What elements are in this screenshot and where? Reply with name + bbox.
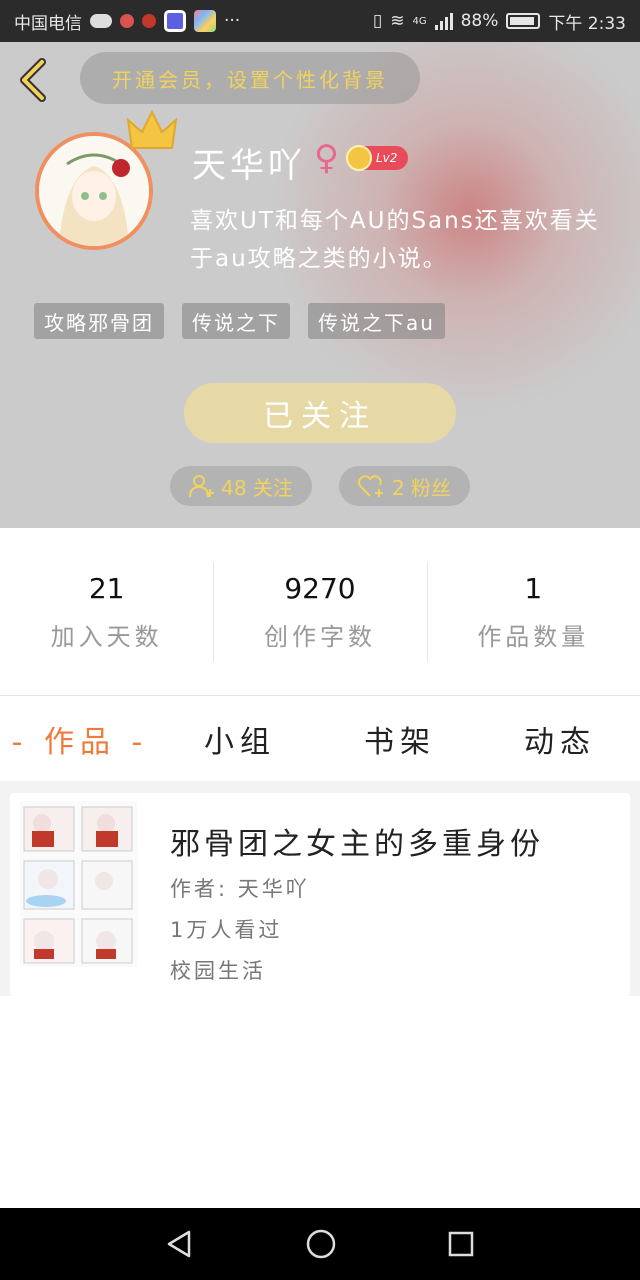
system-nav-bar	[0, 1208, 640, 1280]
following-count: 48 关注	[221, 475, 293, 500]
tab-works[interactable]: - 作品 -	[0, 717, 160, 761]
stat-join-days: 21 加入天数	[0, 562, 213, 662]
tab-activity[interactable]: 动态	[480, 717, 640, 761]
female-icon: ♀	[314, 138, 339, 178]
profile-tabs: - 作品 - 小组 书架 动态	[0, 697, 640, 781]
vip-background-button[interactable]: 开通会员，设置个性化背景	[80, 52, 420, 104]
followed-button[interactable]: 已关注	[184, 383, 456, 443]
user-add-icon	[189, 475, 215, 498]
work-author: 作者: 天华吖	[170, 877, 310, 901]
app-notification-icon	[120, 14, 134, 28]
stat-value: 21	[88, 571, 125, 605]
stat-works-count: 1 作品数量	[426, 561, 640, 662]
back-button[interactable]	[16, 58, 52, 102]
heart-add-icon	[357, 475, 383, 497]
crown-icon	[126, 109, 178, 149]
cloud-icon	[90, 14, 112, 28]
wifi-icon: ≋	[390, 11, 405, 31]
tag-item[interactable]: 攻略邪骨团	[34, 303, 164, 339]
work-cover-image[interactable]	[20, 801, 138, 967]
profile-stats: 21 加入天数 9270 创作字数 1 作品数量	[0, 528, 640, 696]
battery-icon	[506, 13, 541, 29]
stat-label: 加入天数	[50, 622, 163, 651]
battery-percent: 88%	[460, 11, 499, 31]
nav-home-icon[interactable]	[305, 1228, 337, 1260]
tag-item[interactable]: 传说之下au	[308, 303, 445, 339]
tag-list: 攻略邪骨团 传说之下 传说之下au	[34, 303, 445, 339]
signal-icon	[434, 12, 453, 30]
clock: 下午 2:33	[548, 13, 626, 34]
tag-item[interactable]: 传说之下	[182, 303, 290, 339]
following-button[interactable]: 48 关注	[170, 466, 312, 506]
work-title[interactable]: 邪骨团之女主的多重身份	[170, 819, 544, 863]
stat-label: 创作字数	[263, 622, 376, 651]
network-type: 4G	[412, 15, 427, 27]
carrier-label: 中国电信	[14, 13, 82, 34]
app-notification-icon	[142, 14, 156, 28]
tab-bookshelf[interactable]: 书架	[320, 717, 480, 761]
nav-recents-icon[interactable]	[447, 1230, 475, 1258]
work-card[interactable]: 邪骨团之女主的多重身份 作者: 天华吖 1万人看过 校园生活	[10, 793, 630, 996]
stat-value: 1	[524, 571, 543, 605]
fans-count: 2 粉丝	[391, 475, 452, 500]
level-badge[interactable]: Lv2	[346, 145, 408, 171]
app-notification-icon	[194, 10, 216, 32]
user-bio: 喜欢UT和每个AU的Sans还喜欢看关于au攻略之类的小说。	[190, 208, 600, 272]
vibrate-icon: ▯	[372, 11, 383, 31]
profile-header: 开通会员，设置个性化背景 天华吖 ♀ Lv2 喜欢UT和每个AU的Sans还喜欢…	[0, 42, 640, 528]
work-category: 校园生活	[170, 959, 266, 983]
more-notifications-icon: ···	[224, 11, 241, 31]
crown-coin-icon	[346, 145, 372, 171]
app-notification-icon	[164, 10, 186, 32]
chevron-left-icon	[20, 58, 46, 102]
stat-label: 作品数量	[477, 622, 590, 651]
work-views: 1万人看过	[170, 918, 283, 942]
nav-back-icon[interactable]	[165, 1229, 195, 1259]
tab-groups[interactable]: 小组	[160, 717, 320, 761]
level-label: Lv2	[376, 151, 398, 165]
status-bar: 中国电信 ··· ▯ ≋ 4G 88% 下午 2:33	[0, 0, 640, 42]
stat-word-count: 9270 创作字数	[213, 561, 426, 662]
fans-button[interactable]: 2 粉丝	[339, 466, 470, 506]
stat-value: 9270	[284, 571, 356, 605]
username: 天华吖	[192, 146, 306, 186]
